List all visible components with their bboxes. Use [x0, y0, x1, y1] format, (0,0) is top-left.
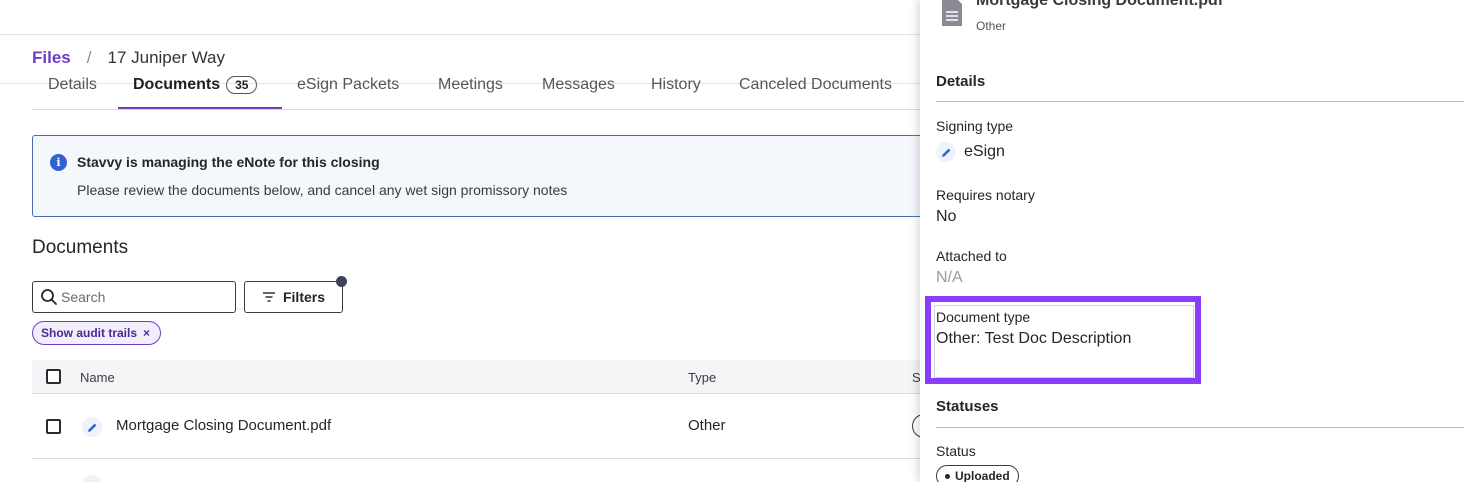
- documents-heading: Documents: [32, 237, 129, 258]
- status-label: Status: [936, 443, 976, 459]
- attached-to-value: N/A: [936, 269, 963, 286]
- row-document-type: Other: [688, 417, 726, 434]
- tab-documents[interactable]: Documents 35: [133, 74, 258, 96]
- tab-details[interactable]: Details: [48, 74, 97, 96]
- search-input[interactable]: [61, 287, 231, 307]
- column-header-name[interactable]: Name: [80, 370, 115, 385]
- info-icon: i: [50, 154, 67, 171]
- pencil-icon: [936, 142, 956, 162]
- banner-title: Stavvy is managing the eNote for this cl…: [77, 154, 380, 170]
- breadcrumb-separator: /: [86, 48, 92, 67]
- select-all-checkbox[interactable]: [46, 369, 61, 384]
- signing-type-text: eSign: [964, 143, 1005, 160]
- documents-table-header: Name Type S: [32, 360, 921, 394]
- active-filter-indicator: [336, 276, 347, 287]
- pencil-icon: [82, 475, 102, 482]
- tab-history[interactable]: History: [651, 74, 701, 96]
- requires-notary-label: Requires notary: [936, 187, 1035, 203]
- breadcrumb: Files / 17 Juniper Way: [32, 48, 225, 68]
- document-type-value: Other: Test Doc Description: [936, 330, 1132, 347]
- enote-info-banner: i Stavvy is managing the eNote for this …: [32, 135, 932, 217]
- panel-document-title: Mortgage Closing Document.pdf: [976, 0, 1224, 9]
- attached-to-label: Attached to: [936, 248, 1007, 264]
- statuses-divider: [936, 427, 1464, 428]
- status-dot-icon: [945, 473, 950, 479]
- details-heading: Details: [936, 73, 986, 90]
- document-type-label: Document type: [936, 309, 1031, 325]
- pencil-icon: [82, 417, 102, 437]
- signing-type-value: eSign: [936, 142, 1005, 162]
- statuses-heading: Statuses: [936, 398, 999, 415]
- breadcrumb-files-link[interactable]: Files: [32, 48, 71, 68]
- chip-label: Show audit trails: [41, 326, 138, 340]
- row-document-name[interactable]: Mortgage Closing Document.pdf: [116, 417, 331, 434]
- filters-button[interactable]: Filters: [244, 281, 343, 313]
- document-icon: [942, 0, 962, 26]
- tab-canceled-documents[interactable]: Canceled Documents: [739, 74, 892, 96]
- column-header-type[interactable]: Type: [688, 370, 716, 385]
- filter-icon: [262, 292, 275, 302]
- tab-meetings[interactable]: Meetings: [438, 74, 503, 96]
- chip-close-icon[interactable]: ×: [143, 326, 150, 340]
- tab-bar: Details Documents 35 eSign Packets Meetin…: [32, 70, 920, 110]
- details-divider: [936, 101, 1464, 102]
- filters-label: Filters: [282, 289, 325, 305]
- status-badge: Uploaded: [936, 465, 1019, 482]
- search-icon: [41, 289, 57, 305]
- tab-esign-packets[interactable]: eSign Packets: [297, 74, 399, 96]
- tab-documents-label: Documents: [133, 76, 221, 93]
- breadcrumb-current: 17 Juniper Way: [107, 48, 225, 67]
- requires-notary-value: No: [936, 208, 957, 225]
- banner-text: Please review the documents below, and c…: [77, 182, 568, 198]
- row-checkbox[interactable]: [46, 419, 61, 434]
- tab-documents-count-badge: 35: [226, 76, 258, 94]
- tab-messages[interactable]: Messages: [542, 74, 615, 96]
- status-badge-text: Uploaded: [955, 469, 1010, 482]
- search-field[interactable]: [32, 281, 236, 313]
- document-detail-panel: Mortgage Closing Document.pdf Other Deta…: [920, 0, 1464, 482]
- active-tab-indicator: [118, 107, 282, 109]
- signing-type-label: Signing type: [936, 118, 1014, 134]
- table-row[interactable]: Mortgage Closing Document.pdf Other: [32, 394, 942, 459]
- show-audit-trails-chip: Show audit trails ×: [32, 321, 162, 345]
- panel-document-subtitle: Other: [976, 19, 1007, 33]
